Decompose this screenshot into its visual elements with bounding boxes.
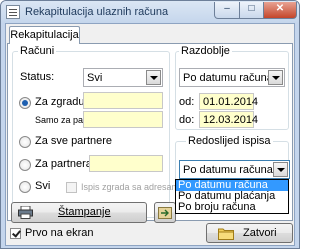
zatvori-button[interactable]: Zatvori (206, 223, 293, 243)
redoslijed-select[interactable]: Po datumu računa (179, 160, 290, 179)
folder-icon (218, 228, 234, 240)
redoslijed-select-value: Po datumu računa (183, 164, 273, 176)
status-select[interactable]: Svi (83, 68, 163, 87)
razdoblje-legend: Razdoblje (179, 45, 232, 57)
samo-za-patnera-field[interactable] (83, 111, 163, 128)
window-title: Rekapitulacija ulaznih računa (25, 6, 169, 18)
prvo-na-ekran-label[interactable]: Prvo na ekran (25, 227, 93, 239)
app-icon (6, 5, 20, 19)
chevron-down-icon[interactable] (273, 162, 288, 177)
ispis-zgrada-checkbox[interactable] (66, 182, 77, 193)
za-zgradu-label[interactable]: Za zgradu (35, 96, 85, 108)
za-partnera-label[interactable]: Za partnera (35, 158, 92, 170)
racuni-legend: Računi (18, 45, 57, 57)
title-bar[interactable]: Rekapitulacija ulaznih računa – □ ✕ (1, 1, 299, 23)
svi-label[interactable]: Svi (35, 180, 50, 192)
preview-button[interactable] (154, 202, 176, 223)
app-window: Rekapitulacija ulaznih računa – □ ✕ Reka… (0, 0, 300, 249)
za-zgradu-field[interactable] (83, 92, 163, 109)
status-label: Status: (20, 71, 55, 83)
preview-icon (158, 207, 172, 219)
redoslijed-legend: Redoslijed ispisa (186, 135, 273, 147)
prvo-na-ekran-checkbox[interactable] (10, 228, 21, 239)
svi-radio[interactable] (19, 181, 31, 193)
za-zgradu-radio[interactable] (19, 97, 31, 109)
chevron-down-icon[interactable] (146, 70, 161, 85)
zatvori-label: Zatvori (243, 227, 277, 239)
za-partnera-field[interactable] (89, 155, 163, 172)
za-partnera-radio[interactable] (19, 159, 31, 171)
ispis-zgrada-label: Ispis zgrada sa adresama (81, 182, 185, 192)
za-sve-partnere-label[interactable]: Za sve partnere (35, 135, 112, 147)
do-label: do: (179, 114, 195, 126)
za-sve-partnere-radio[interactable] (19, 136, 31, 148)
redoslijed-dropdown-list[interactable]: Po datumu računa Po datumu plaćanja Po b… (175, 179, 289, 214)
printer-icon (18, 206, 33, 219)
minimize-button[interactable]: – (214, 2, 240, 19)
stampanje-label: Štampanje (58, 206, 111, 218)
client-area: Rekapitulacija Računi Status: Svi Za zgr… (5, 23, 295, 246)
maximize-button[interactable]: □ (239, 2, 264, 19)
od-date-field[interactable]: 01.01.2014 (199, 93, 258, 110)
od-label: od: (179, 96, 195, 108)
tab-rekapitulacija[interactable]: Rekapitulacija (9, 26, 80, 44)
razdoblje-select-value: Po datumu računa (183, 72, 273, 84)
status-select-value: Svi (87, 72, 103, 84)
razdoblje-select[interactable]: Po datumu računa (179, 68, 285, 87)
stampanje-button[interactable]: Štampanje (11, 202, 147, 223)
do-date-field[interactable]: 12.03.2014 (199, 111, 258, 128)
close-button[interactable]: ✕ (263, 2, 297, 19)
chevron-down-icon[interactable] (268, 70, 283, 85)
dropdown-option[interactable]: Po broju računa (176, 202, 288, 213)
